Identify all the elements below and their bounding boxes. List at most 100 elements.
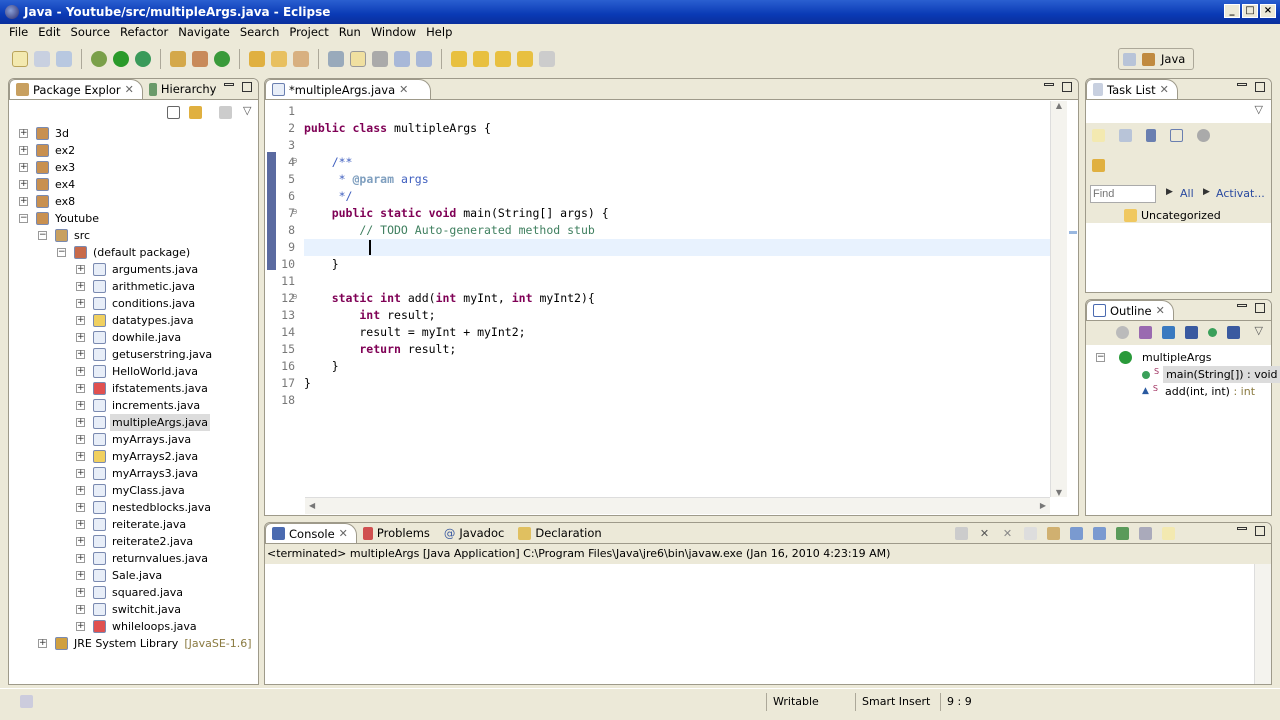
- maximize-view-button[interactable]: [242, 82, 252, 92]
- expand-toggle-icon[interactable]: +: [38, 639, 47, 648]
- menu-window[interactable]: Window: [366, 24, 421, 42]
- filter-icon[interactable]: [219, 106, 232, 119]
- external-tools-icon[interactable]: [135, 51, 151, 67]
- minimize-view-button[interactable]: [1044, 83, 1054, 86]
- new-class-icon[interactable]: [214, 51, 230, 67]
- terminate-icon[interactable]: [955, 527, 968, 540]
- expand-toggle-icon[interactable]: +: [19, 197, 28, 206]
- close-icon[interactable]: ✕: [339, 524, 348, 544]
- scroll-lock-icon[interactable]: [1047, 527, 1060, 540]
- remove-all-terminated-icon[interactable]: ✕: [1001, 527, 1014, 540]
- run-icon[interactable]: [113, 51, 129, 67]
- toggle-mark-occurrences-icon[interactable]: [328, 51, 344, 67]
- tree-item[interactable]: − src: [38, 227, 92, 244]
- tree-item[interactable]: + myClass.java: [76, 482, 187, 499]
- tree-item[interactable]: + myArrays.java: [76, 431, 193, 448]
- save-icon[interactable]: [34, 51, 50, 67]
- outline-member[interactable]: ▲ Sadd(int, int) : int: [1142, 383, 1258, 400]
- tree-item[interactable]: + HelloWorld.java: [76, 363, 200, 380]
- pin-console-icon[interactable]: [1116, 527, 1129, 540]
- expand-toggle-icon[interactable]: +: [76, 435, 85, 444]
- fold-toggle-icon[interactable]: ⊖: [291, 156, 298, 165]
- show-on-error-icon[interactable]: [1093, 527, 1106, 540]
- expand-toggle-icon[interactable]: +: [76, 605, 85, 614]
- new-icon[interactable]: [12, 51, 28, 67]
- expand-toggle-icon[interactable]: +: [76, 418, 85, 427]
- tree-item[interactable]: + dowhile.java: [76, 329, 183, 346]
- vertical-scrollbar[interactable]: ▲ ▼: [1050, 101, 1067, 497]
- tree-item[interactable]: − (default package): [57, 244, 192, 261]
- expand-toggle-icon[interactable]: +: [19, 163, 28, 172]
- expand-toggle-icon[interactable]: +: [76, 554, 85, 563]
- tree-item[interactable]: + nestedblocks.java: [76, 499, 213, 516]
- tab-console[interactable]: Console ✕: [265, 523, 357, 543]
- tab-editor-file[interactable]: *multipleArgs.java ✕: [265, 79, 432, 100]
- menu-search[interactable]: Search: [235, 24, 285, 42]
- menu-run[interactable]: Run: [334, 24, 366, 42]
- view-menu-icon[interactable]: ▽: [1255, 324, 1263, 337]
- menu-file[interactable]: File: [4, 24, 33, 42]
- tree-item[interactable]: + increments.java: [76, 397, 202, 414]
- filter-activate-link[interactable]: Activat...: [1216, 187, 1265, 200]
- fast-view-icon[interactable]: [20, 695, 33, 708]
- tab-package-explorer[interactable]: Package Explor ✕: [9, 79, 143, 99]
- expand-toggle-icon[interactable]: +: [76, 350, 85, 359]
- fold-toggle-icon[interactable]: ⊖: [291, 207, 298, 216]
- tree-item[interactable]: +3d: [19, 125, 71, 142]
- expand-toggle-icon[interactable]: +: [76, 401, 85, 410]
- new-java-project-icon[interactable]: [170, 51, 186, 67]
- expand-toggle-icon[interactable]: −: [57, 248, 66, 257]
- hide-local-types-icon[interactable]: [1227, 326, 1240, 339]
- tree-item[interactable]: + getuserstring.java: [76, 346, 214, 363]
- tab-hierarchy[interactable]: Hierarchy: [143, 79, 225, 99]
- focus-icon[interactable]: [1116, 326, 1129, 339]
- sort-icon[interactable]: [1139, 326, 1152, 339]
- tree-item[interactable]: + returnvalues.java: [76, 550, 210, 567]
- filter-all-link[interactable]: All: [1180, 187, 1194, 200]
- expand-toggle-icon[interactable]: +: [76, 571, 85, 580]
- close-icon[interactable]: ✕: [1160, 80, 1169, 100]
- view-menu-icon[interactable]: ▽: [243, 104, 251, 117]
- previous-annotation-icon[interactable]: [473, 51, 489, 67]
- category-row[interactable]: Uncategorized: [1086, 207, 1271, 223]
- expand-toggle-icon[interactable]: +: [76, 316, 85, 325]
- back-icon[interactable]: [517, 51, 533, 67]
- expand-toggle-icon[interactable]: +: [76, 333, 85, 342]
- minimize-view-button[interactable]: [224, 83, 234, 86]
- tree-item[interactable]: + ex4: [19, 176, 77, 193]
- perspective-switcher[interactable]: Java: [1118, 48, 1194, 70]
- close-icon[interactable]: ✕: [399, 80, 408, 100]
- categorize-icon[interactable]: [1119, 129, 1132, 142]
- print-icon[interactable]: [56, 51, 72, 67]
- expand-toggle-icon[interactable]: +: [76, 486, 85, 495]
- tree-item[interactable]: + reiterate.java: [76, 516, 188, 533]
- find-input[interactable]: [1090, 185, 1156, 203]
- close-icon[interactable]: ✕: [1156, 301, 1165, 321]
- maximize-view-button[interactable]: [1255, 82, 1265, 92]
- filter-completed-icon[interactable]: [1146, 129, 1156, 142]
- hide-nonpublic-icon[interactable]: [1208, 328, 1217, 337]
- expand-toggle-icon[interactable]: +: [76, 384, 85, 393]
- expand-toggle-icon[interactable]: −: [19, 214, 28, 223]
- remove-launch-icon[interactable]: ✕: [978, 527, 991, 540]
- expand-toggle-icon[interactable]: +: [76, 469, 85, 478]
- tree-item[interactable]: + conditions.java: [76, 295, 197, 312]
- tree-item[interactable]: + ex3: [19, 159, 77, 176]
- tree-item[interactable]: + Sale.java: [76, 567, 164, 584]
- minimize-button[interactable]: _: [1224, 4, 1240, 18]
- repository-sync-icon[interactable]: [1092, 159, 1105, 172]
- clear-console-icon[interactable]: [1024, 527, 1037, 540]
- show-whitespace-icon[interactable]: [416, 51, 432, 67]
- minimize-view-button[interactable]: [1237, 83, 1247, 86]
- open-task-icon[interactable]: [271, 51, 287, 67]
- tree-item[interactable]: + JRE System Library [JavaSE-1.6]: [38, 635, 252, 652]
- tree-item[interactable]: + datatypes.java: [76, 312, 196, 329]
- tree-item[interactable]: + ex8: [19, 193, 77, 210]
- code-area[interactable]: public class multipleArgs { /** * @param…: [304, 103, 1050, 493]
- tab-outline[interactable]: Outline ✕: [1086, 300, 1174, 320]
- outline-member[interactable]: Smain(String[]) : void: [1142, 366, 1280, 383]
- maximize-view-button[interactable]: [1062, 82, 1072, 92]
- expand-toggle-icon[interactable]: +: [76, 282, 85, 291]
- fold-toggle-icon[interactable]: ⊖: [291, 292, 298, 301]
- expand-toggle-icon[interactable]: −: [38, 231, 47, 240]
